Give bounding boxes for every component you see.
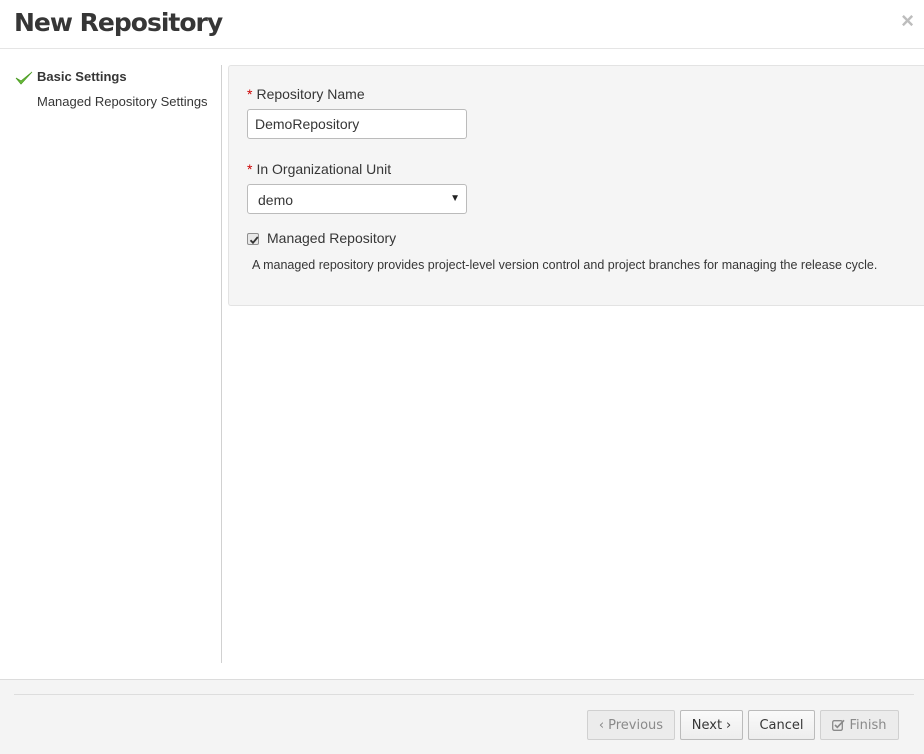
organizational-unit-label: * In Organizational Unit <box>247 161 392 177</box>
cancel-button[interactable]: Cancel <box>748 710 815 740</box>
wizard-step-basic-settings[interactable]: Basic Settings <box>37 69 127 84</box>
new-repository-dialog: New Repository × Basic Settings Managed … <box>0 0 924 754</box>
organizational-unit-value: demo <box>258 192 294 208</box>
close-icon[interactable]: × <box>901 10 914 32</box>
dialog-title: New Repository <box>14 8 223 37</box>
required-marker: * <box>247 161 253 177</box>
required-marker: * <box>247 86 253 102</box>
previous-button[interactable]: ‹ Previous <box>587 710 675 740</box>
nav-divider <box>221 65 222 663</box>
finish-button[interactable]: Finish <box>820 710 899 740</box>
dialog-footer: ‹ Previous Next › Cancel Finish <box>0 679 924 754</box>
repository-name-input[interactable] <box>247 109 467 139</box>
footer-divider <box>14 694 914 695</box>
managed-repository-checkbox[interactable] <box>247 233 259 245</box>
wizard-step-managed-repository-settings[interactable]: Managed Repository Settings <box>37 94 208 109</box>
organizational-unit-select[interactable]: demo ▼ <box>247 184 467 214</box>
check-square-icon <box>832 719 846 731</box>
managed-repository-help: A managed repository provides project-le… <box>252 258 878 272</box>
caret-down-icon: ▼ <box>450 193 460 204</box>
managed-repository-label[interactable]: Managed Repository <box>267 230 396 246</box>
next-button[interactable]: Next › <box>680 710 743 740</box>
dialog-header: New Repository × <box>0 0 924 49</box>
repository-name-label: * Repository Name <box>247 86 365 102</box>
chevron-left-icon: ‹ <box>598 717 605 733</box>
checkmark-icon <box>249 236 259 245</box>
checkmark-icon <box>15 71 33 85</box>
chevron-right-icon: › <box>726 717 732 733</box>
